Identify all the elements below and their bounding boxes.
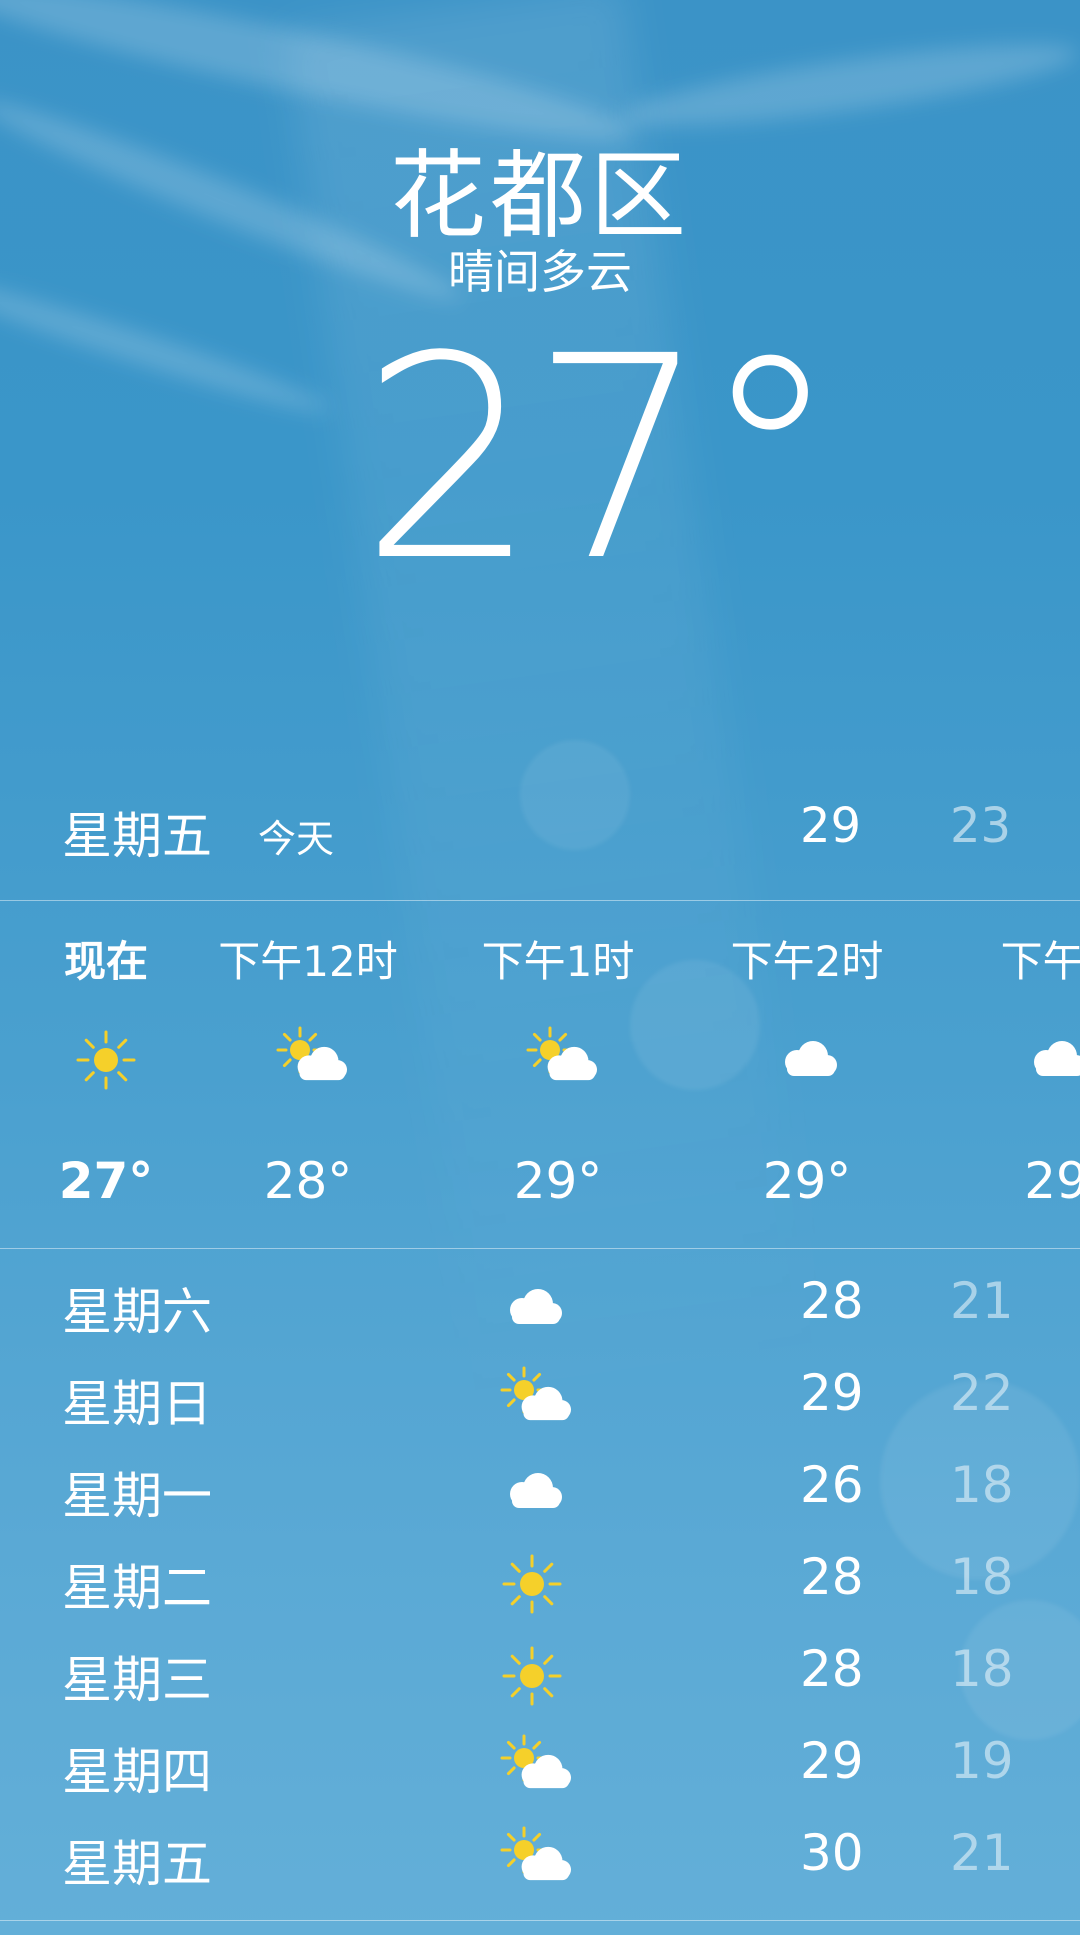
daily-high: 30 [800,1824,864,1882]
hourly-temp: 27° [58,1152,154,1210]
daily-day: 星期六 [62,1283,212,1341]
today-label: 今天 [258,817,335,861]
hourly-time: 下午2时 [730,937,884,986]
daily-low: 22 [950,1364,1014,1422]
daily-low: 18 [950,1640,1014,1698]
hourly-forecast[interactable]: 现在 27° 下午12时 28° 下午1时 29° 下午2时 29° 下午3 2… [0,902,1080,1248]
divider [0,900,1080,901]
partly-cloudy-icon [500,1826,571,1892]
daily-row: 星期三 28 18 [0,1630,1080,1722]
cloud-icon [1024,1028,1080,1092]
daily-day: 星期一 [62,1467,212,1525]
daily-day: 星期日 [62,1375,212,1433]
daily-low: 18 [950,1548,1014,1606]
daily-high: 29 [800,1364,864,1422]
daily-low: 21 [950,1272,1014,1330]
daily-low: 21 [950,1824,1014,1882]
divider [0,1248,1080,1249]
daily-row: 星期四 29 19 [0,1722,1080,1814]
hourly-temp: 29° [762,1152,852,1210]
today-summary-row: 星期五 今天 29 23 [0,796,1080,866]
today-high: 29 [800,798,862,854]
daily-high: 26 [800,1456,864,1514]
hourly-temp: 29 [1024,1152,1080,1210]
cloud-icon [500,1460,570,1524]
partly-cloudy-icon [500,1734,571,1800]
daily-high: 28 [800,1640,864,1698]
hourly-time: 现在 [63,937,148,986]
daily-low: 19 [950,1732,1014,1790]
partly-cloudy-icon [526,1026,597,1092]
daily-high: 29 [800,1732,864,1790]
daily-high: 28 [800,1272,864,1330]
daily-high: 28 [800,1548,864,1606]
cloud-icon [775,1028,839,1092]
partly-cloudy-icon [276,1026,347,1092]
sun-icon [500,1552,570,1616]
daily-row: 星期二 28 18 [0,1538,1080,1630]
current-temperature: 27° [360,297,840,623]
hourly-temp: 29° [513,1152,603,1210]
daily-low: 18 [950,1456,1014,1514]
daily-day: 星期三 [62,1651,212,1709]
partly-cloudy-icon [500,1366,571,1432]
hourly-time: 下午3 [1000,937,1080,986]
daily-row: 星期六 28 21 [0,1262,1080,1354]
sun-icon [74,1028,138,1092]
condition-text: 晴间多云 [448,245,632,299]
hourly-time: 下午12时 [218,937,398,986]
hourly-temp: 28° [263,1152,353,1210]
cloud-icon [500,1276,570,1340]
divider [0,1920,1080,1921]
daily-day: 星期四 [62,1743,212,1801]
sun-icon [500,1644,570,1708]
daily-day: 星期五 [62,1835,212,1893]
daily-row: 星期五 30 21 [0,1814,1080,1906]
daily-row: 星期一 26 18 [0,1446,1080,1538]
daily-day: 星期二 [62,1559,212,1617]
today-day: 星期五 [62,807,212,865]
today-low: 23 [950,798,1012,854]
hourly-time: 下午1时 [481,937,635,986]
daily-row: 星期日 29 22 [0,1354,1080,1446]
